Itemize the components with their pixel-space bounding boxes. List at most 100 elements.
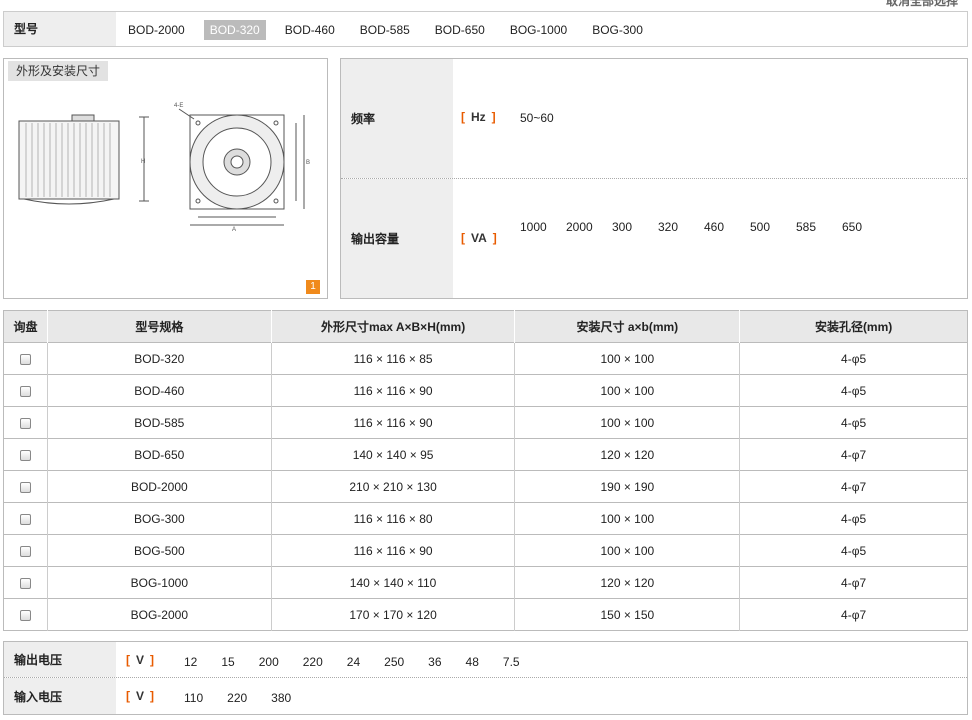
output-voltage-unit: [V] xyxy=(126,653,155,667)
table-row: BOG-500 116 × 116 × 90 100 × 100 4-φ5 xyxy=(3,534,968,567)
table-row: BOD-2000 210 × 210 × 130 190 × 190 4-φ7 xyxy=(3,470,968,503)
output-voltage-value[interactable]: 200 xyxy=(259,655,279,669)
dimensions-cell: 210 × 210 × 130 xyxy=(270,470,515,503)
capacity-value[interactable]: 460 xyxy=(704,216,750,238)
table-row: BOG-300 116 × 116 × 80 100 × 100 4-φ5 xyxy=(3,502,968,535)
hole-diameter-cell: 4-φ7 xyxy=(739,470,968,503)
model-option[interactable]: BOD-460 xyxy=(279,20,341,40)
dimensions-cell: 116 × 116 × 90 xyxy=(270,534,515,567)
frequency-value[interactable]: 50~60 xyxy=(520,107,566,129)
capacity-value[interactable]: 300 xyxy=(612,216,658,238)
capacity-value[interactable]: 650 xyxy=(842,216,888,238)
install-size-cell: 100 × 100 xyxy=(514,534,740,567)
input-voltage-value[interactable]: 380 xyxy=(271,691,291,705)
inquiry-cell xyxy=(3,374,48,407)
output-voltage-value[interactable]: 36 xyxy=(428,655,441,669)
table-row: BOD-460 116 × 116 × 90 100 × 100 4-φ5 xyxy=(3,374,968,407)
hole-diameter-cell: 4-φ7 xyxy=(739,566,968,599)
input-voltage-value[interactable]: 110 xyxy=(184,691,203,705)
model-cell: BOG-300 xyxy=(46,502,272,535)
inquiry-cell xyxy=(3,342,48,375)
deselect-all-link[interactable]: 取消全部选择 xyxy=(886,0,958,9)
dimensions-cell: 140 × 140 × 110 xyxy=(270,566,515,599)
inquiry-checkbox[interactable] xyxy=(19,417,31,429)
inquiry-checkbox[interactable] xyxy=(19,481,31,493)
table-row: BOG-2000 170 × 170 × 120 150 × 150 4-φ7 xyxy=(3,598,968,631)
inquiry-checkbox[interactable] xyxy=(19,545,31,557)
spec-panel: 频率 [Hz] 50~60 输出容量 [VA] 1000 2000 300 320 46… xyxy=(340,58,968,299)
voltage-panel: 输出电压 [V] 12 15 200 220 24 250 36 48 7.5 输入电压 [V]… xyxy=(3,641,968,715)
inquiry-checkbox[interactable] xyxy=(19,609,31,621)
frequency-values: 50~60 xyxy=(520,107,950,129)
inquiry-cell xyxy=(3,406,48,439)
hole-diameter-cell: 4-φ5 xyxy=(739,534,968,567)
model-options: BOD-2000 BOD-320 BOD-460 BOD-585 BOD-650 BOG-… xyxy=(122,20,662,40)
model-option[interactable]: BOD-585 xyxy=(354,20,416,40)
header-hole-diameter: 安装孔径(mm) xyxy=(739,310,968,343)
dimensions-cell: 116 × 116 × 90 xyxy=(270,406,515,439)
model-option[interactable]: BOD-320 xyxy=(203,20,266,40)
output-voltage-value[interactable]: 250 xyxy=(384,655,404,669)
table-row: BOG-1000 140 × 140 × 110 120 × 120 4-φ7 xyxy=(3,566,968,599)
output-voltage-value[interactable]: 12 xyxy=(184,655,197,669)
dimension-drawing-panel: 外形及安装尺寸 H 4-E A B 1 xyxy=(3,58,328,299)
capacity-value[interactable]: 500 xyxy=(750,216,796,238)
output-voltage-value[interactable]: 15 xyxy=(221,655,234,669)
output-voltage-label: 输出电压 xyxy=(4,642,116,677)
input-voltage-value[interactable]: 220 xyxy=(227,691,247,705)
install-size-cell: 190 × 190 xyxy=(514,470,740,503)
hole-diameter-cell: 4-φ5 xyxy=(739,406,968,439)
model-table: 询盘 型号规格 外形尺寸max A×B×H(mm) 安装尺寸 a×b(mm) 安… xyxy=(3,310,968,631)
model-selector: 型号 BOD-2000 BOD-320 BOD-460 BOD-585 BOD-650 B… xyxy=(3,11,968,47)
inquiry-checkbox[interactable] xyxy=(19,385,31,397)
input-voltage-label: 输入电压 xyxy=(4,678,116,714)
inquiry-cell xyxy=(3,598,48,631)
hole-diameter-cell: 4-φ5 xyxy=(739,374,968,407)
model-cell: BOG-2000 xyxy=(46,598,272,631)
inquiry-cell xyxy=(3,566,48,599)
model-cell: BOG-1000 xyxy=(46,566,272,599)
drawing-page-badge[interactable]: 1 xyxy=(306,280,320,294)
output-voltage-value[interactable]: 24 xyxy=(347,655,360,669)
hole-diameter-cell: 4-φ5 xyxy=(739,502,968,535)
model-cell: BOD-460 xyxy=(46,374,272,407)
dimensions-cell: 140 × 140 × 95 xyxy=(270,438,515,471)
hole-diameter-cell: 4-φ7 xyxy=(739,438,968,471)
capacity-value[interactable]: 2000 xyxy=(566,216,612,238)
inquiry-checkbox[interactable] xyxy=(19,577,31,589)
inquiry-checkbox[interactable] xyxy=(19,513,31,525)
table-row: BOD-585 116 × 116 × 90 100 × 100 4-φ5 xyxy=(3,406,968,439)
svg-text:4-E: 4-E xyxy=(174,103,183,109)
header-dimensions: 外形尺寸max A×B×H(mm) xyxy=(270,310,515,343)
frequency-label: 频率 xyxy=(341,59,453,178)
input-voltage-unit: [V] xyxy=(126,689,155,703)
inquiry-checkbox[interactable] xyxy=(19,353,31,365)
model-option[interactable]: BOD-650 xyxy=(429,20,491,40)
table-row: BOD-650 140 × 140 × 95 120 × 120 4-φ7 xyxy=(3,438,968,471)
header-install-size: 安装尺寸 a×b(mm) xyxy=(514,310,740,343)
model-option[interactable]: BOG-300 xyxy=(586,20,649,40)
drawing-tab[interactable]: 外形及安装尺寸 xyxy=(8,61,109,81)
inquiry-checkbox[interactable] xyxy=(19,449,31,461)
dimension-drawing: H 4-E A B xyxy=(18,103,310,233)
header-model: 型号规格 xyxy=(46,310,272,343)
capacity-value[interactable]: 585 xyxy=(796,216,842,238)
install-size-cell: 100 × 100 xyxy=(514,342,740,375)
capacity-unit: [VA] xyxy=(461,231,497,245)
install-size-cell: 100 × 100 xyxy=(514,374,740,407)
output-voltage-value[interactable]: 7.5 xyxy=(503,655,520,669)
install-size-cell: 150 × 150 xyxy=(514,598,740,631)
capacity-value[interactable]: 1000 xyxy=(520,216,566,238)
capacity-row: 输出容量 [VA] 1000 2000 300 320 460 500 585 650 xyxy=(341,178,967,298)
capacity-values: 1000 2000 300 320 460 500 585 650 xyxy=(520,216,950,238)
install-size-cell: 100 × 100 xyxy=(514,502,740,535)
dimensions-cell: 116 × 116 × 80 xyxy=(270,502,515,535)
model-option[interactable]: BOG-1000 xyxy=(504,20,573,40)
output-voltage-values: 12 15 200 220 24 250 36 48 7.5 xyxy=(184,655,544,669)
output-voltage-value[interactable]: 220 xyxy=(303,655,323,669)
table-row: BOD-320 116 × 116 × 85 100 × 100 4-φ5 xyxy=(3,342,968,375)
output-voltage-value[interactable]: 48 xyxy=(466,655,479,669)
install-size-cell: 100 × 100 xyxy=(514,406,740,439)
model-option[interactable]: BOD-2000 xyxy=(122,20,191,40)
capacity-value[interactable]: 320 xyxy=(658,216,704,238)
